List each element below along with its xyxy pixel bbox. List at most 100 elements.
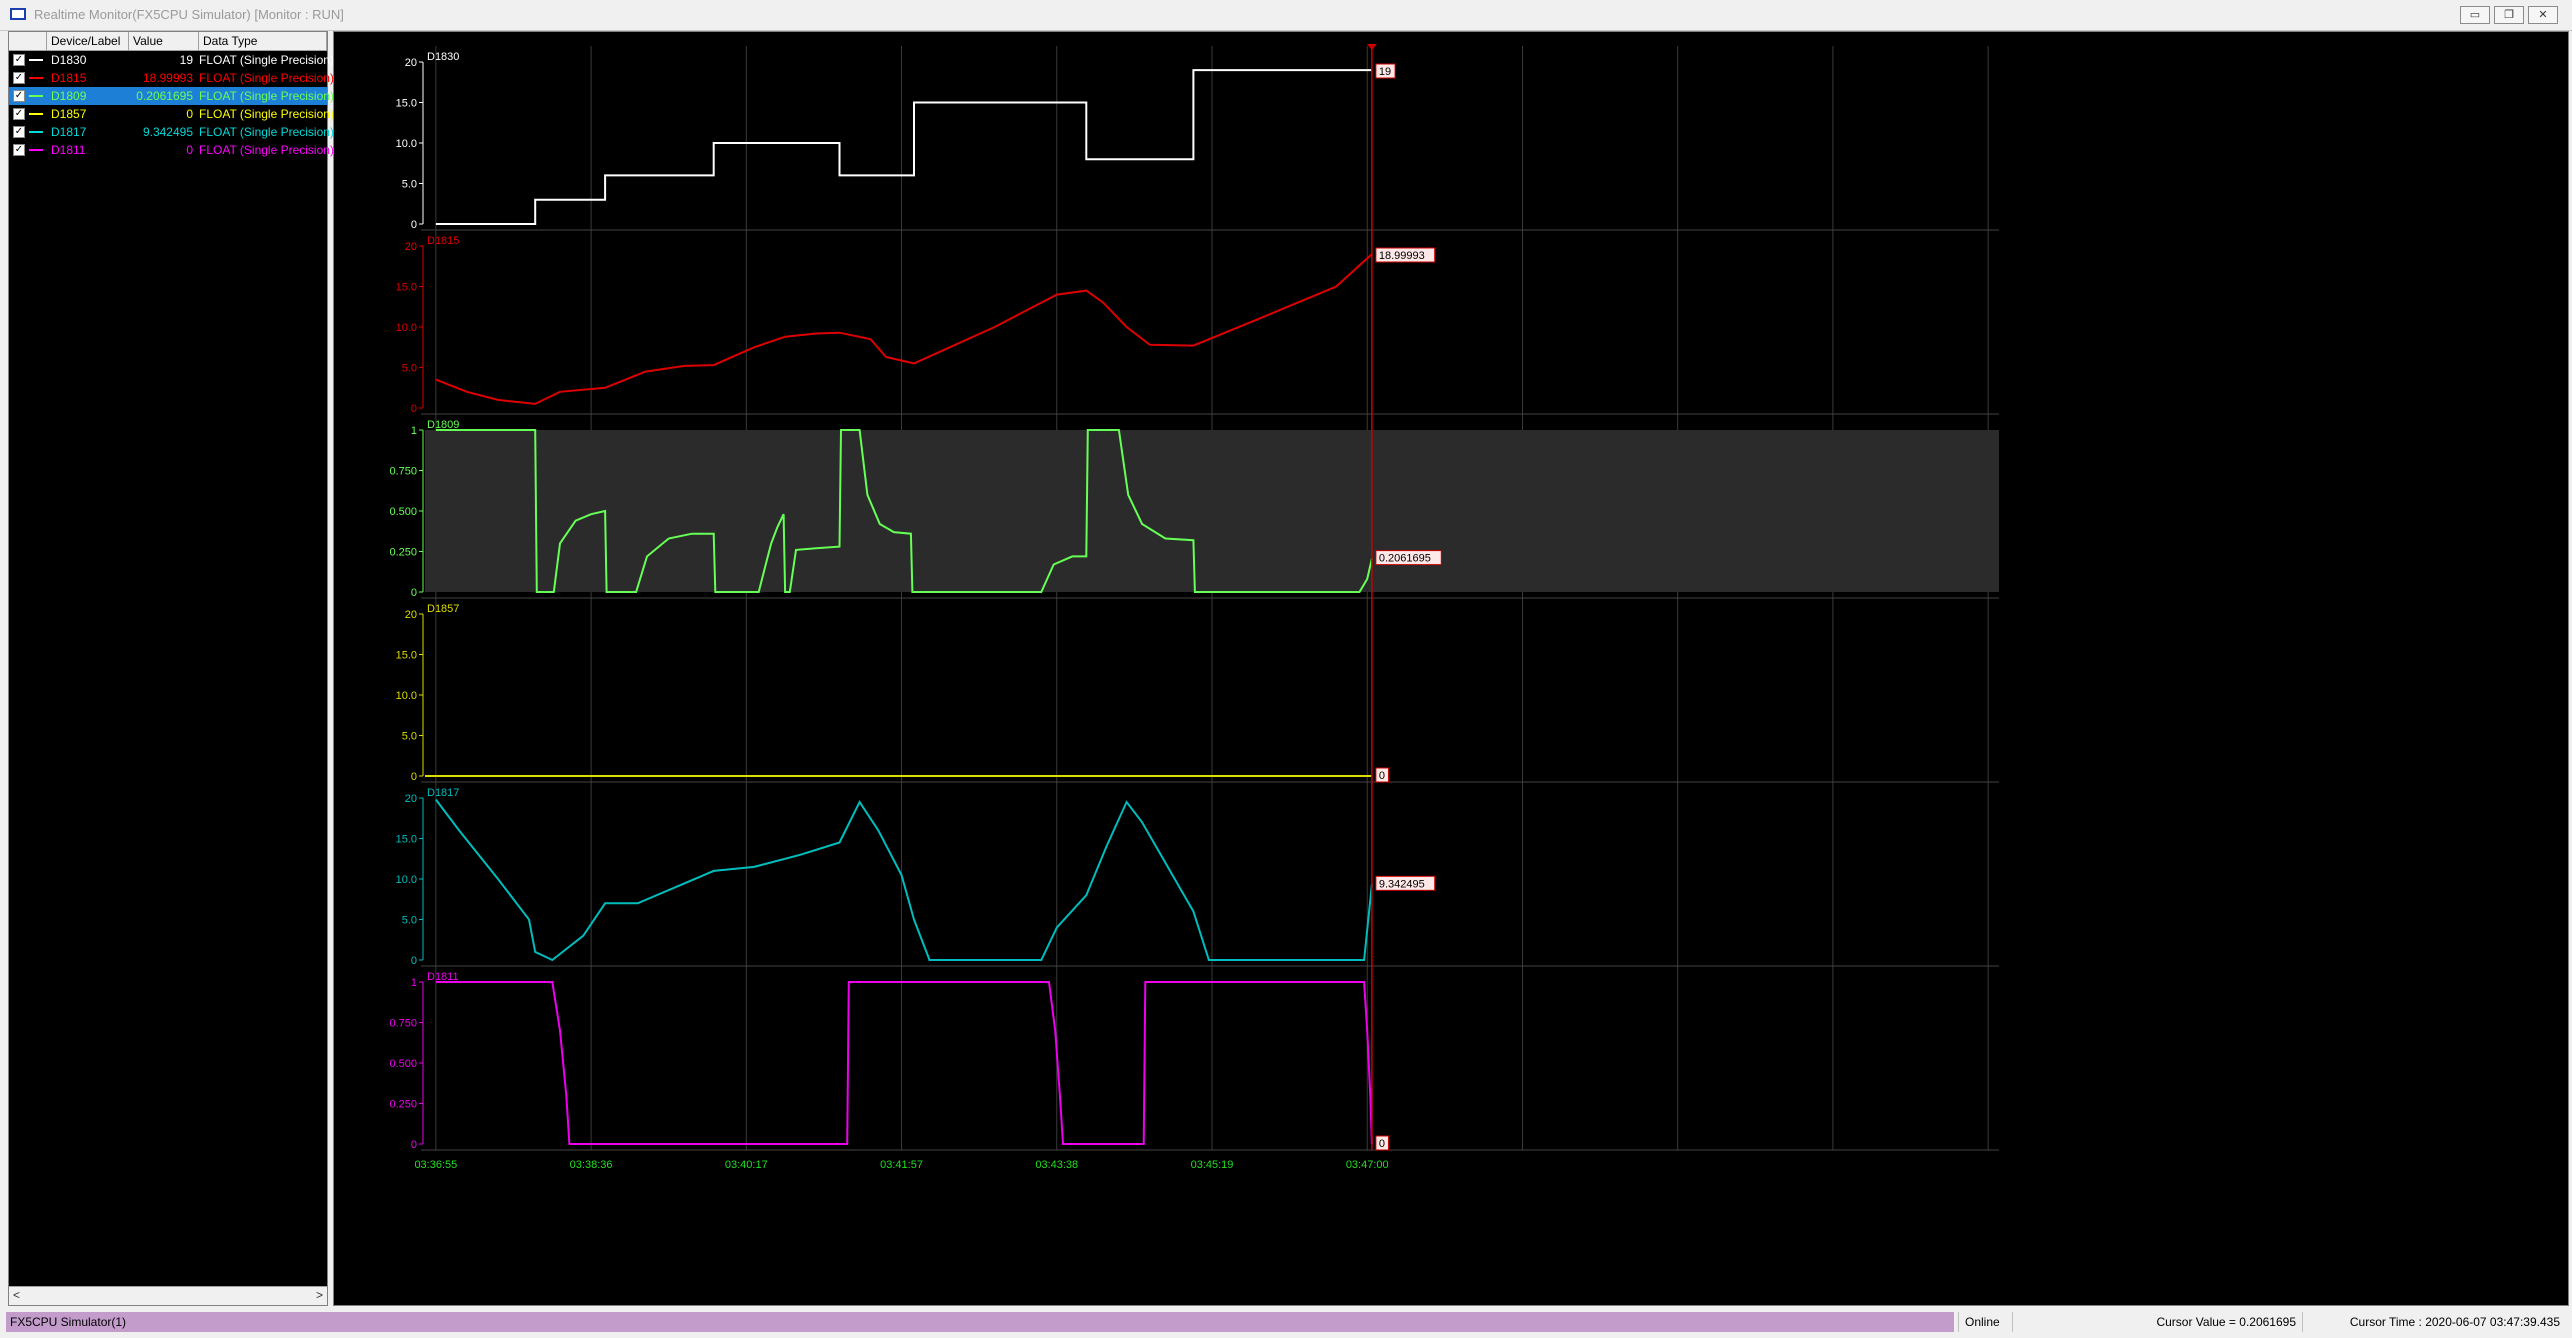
x-tick-label: 03:43:38	[1035, 1159, 1078, 1171]
y-tick-label: 20	[405, 609, 417, 621]
y-tick-label: 0.250	[389, 547, 417, 559]
series-label-d1857: D1857	[427, 603, 459, 615]
y-tick-label: 15.0	[396, 650, 417, 662]
y-tick-label: 0	[411, 771, 417, 783]
checkbox-column-header[interactable]	[9, 32, 47, 50]
device-rows: ✓ D1830 19 FLOAT (Single Precision) ✓ D1815 18…	[9, 51, 334, 159]
x-tick-label: 03:38:36	[570, 1159, 613, 1171]
series-label-d1815: D1815	[427, 235, 459, 247]
restore-button[interactable]: ❐	[2494, 6, 2524, 24]
series-line-d1830	[435, 69, 1372, 225]
y-tick-label: 0.750	[389, 466, 417, 478]
series-color-swatch	[29, 113, 43, 115]
device-value: 19	[179, 53, 193, 67]
cursor-value-label: 18.99993	[1379, 250, 1425, 262]
realtime-chart[interactable]: 05.010.015.020 D18301905.010.015.020 D1815…	[334, 32, 2568, 1305]
y-tick-label: 0.500	[389, 1058, 417, 1070]
app-icon	[10, 8, 26, 20]
series-color-swatch	[29, 95, 43, 97]
y-tick-label: 15.0	[396, 98, 417, 110]
cursor-value-label: 0.2061695	[1379, 553, 1431, 565]
y-tick-label: 0	[411, 403, 417, 415]
x-tick-label: 03:45:19	[1191, 1159, 1234, 1171]
series-line-d1815	[435, 253, 1373, 405]
status-bar: FX5CPU Simulator(1) Online Cursor Value …	[0, 1308, 2572, 1338]
scroll-left-icon[interactable]: <	[13, 1288, 20, 1302]
y-tick-label: 5.0	[402, 731, 417, 743]
x-tick-label: 03:40:17	[725, 1159, 768, 1171]
y-tick-label: 0.500	[389, 506, 417, 518]
column-header-device[interactable]: Device/Label	[47, 32, 129, 50]
y-tick-label: 5.0	[402, 179, 417, 191]
device-data-type: FLOAT (Single Precision)	[199, 53, 334, 67]
window-controls: ▭ ❐ ✕	[2460, 6, 2558, 24]
y-tick-label: 10.0	[396, 690, 417, 702]
series-color-swatch	[29, 77, 43, 79]
y-tick-label: 20	[405, 241, 417, 253]
device-name: D1857	[51, 107, 87, 121]
y-tick-label: 0	[411, 955, 417, 967]
cursor-time: Cursor Time : 2020-06-07 03:47:39.435	[2302, 1312, 2566, 1332]
cursor-value-label: 0	[1379, 1138, 1385, 1150]
horizontal-scrollbar[interactable]: < >	[9, 1286, 327, 1305]
series-color-swatch	[29, 59, 43, 61]
cursor-value-label: 0	[1379, 770, 1385, 782]
x-tick-label: 03:47:00	[1346, 1159, 1389, 1171]
cursor-marker-icon[interactable]	[1366, 44, 1377, 50]
series-label-d1817: D1817	[427, 787, 459, 799]
series-label-d1830: D1830	[427, 51, 459, 63]
y-tick-label: 1	[411, 977, 417, 989]
device-data-type: FLOAT (Single Precision)	[199, 143, 334, 157]
column-header-type[interactable]: Data Type	[199, 32, 327, 50]
y-tick-label: 10.0	[396, 138, 417, 150]
device-value: 9.342495	[142, 125, 193, 139]
y-tick-label: 0.250	[389, 1099, 417, 1111]
minimize-button[interactable]: ▭	[2460, 6, 2490, 24]
cursor-value-label: 19	[1379, 66, 1391, 78]
device-name: D1830	[51, 53, 87, 67]
device-row-d1857[interactable]: ✓ D1857 0 FLOAT (Single Precision)	[9, 105, 334, 123]
device-row-d1811[interactable]: ✓ D1811 0 FLOAT (Single Precision)	[9, 141, 334, 159]
x-tick-label: 03:36:55	[414, 1159, 457, 1171]
device-name: D1815	[51, 71, 87, 85]
selected-series-band	[425, 430, 1999, 592]
y-tick-label: 15.0	[396, 282, 417, 294]
device-checkbox[interactable]: ✓	[13, 90, 25, 102]
device-checkbox[interactable]: ✓	[13, 54, 25, 66]
device-row-d1815[interactable]: ✓ D1815 18.99993 FLOAT (Single Precision)	[9, 69, 334, 87]
series-line-d1811	[435, 981, 1373, 1145]
cursor-value: Cursor Value = 0.2061695	[2012, 1312, 2302, 1332]
device-row-d1817[interactable]: ✓ D1817 9.342495 FLOAT (Single Precision)	[9, 123, 334, 141]
device-checkbox[interactable]: ✓	[13, 108, 25, 120]
y-tick-label: 10.0	[396, 874, 417, 886]
device-data-type: FLOAT (Single Precision)	[199, 71, 334, 85]
device-name: D1817	[51, 125, 87, 139]
y-tick-label: 0	[411, 587, 417, 599]
device-value: 0.2061695	[136, 89, 193, 103]
device-row-d1809[interactable]: ✓ D1809 0.2061695 FLOAT (Single Precision)	[9, 87, 334, 105]
series-color-swatch	[29, 149, 43, 151]
device-name: D1811	[51, 143, 86, 157]
device-list-header: Device/Label Value Data Type	[9, 32, 327, 51]
device-row-d1830[interactable]: ✓ D1830 19 FLOAT (Single Precision)	[9, 51, 334, 69]
device-data-type: FLOAT (Single Precision)	[199, 125, 334, 139]
title-bar: Realtime Monitor(FX5CPU Simulator) [Moni…	[0, 0, 2572, 31]
scroll-right-icon[interactable]: >	[316, 1288, 323, 1302]
column-header-value[interactable]: Value	[129, 32, 199, 50]
device-list-panel: Device/Label Value Data Type ✓ D1830 19 FLO…	[8, 31, 334, 1306]
y-tick-label: 15.0	[396, 834, 417, 846]
cursor-value-label: 9.342495	[1379, 878, 1425, 890]
y-tick-label: 5.0	[402, 363, 417, 375]
device-data-type: FLOAT (Single Precision)	[199, 107, 334, 121]
device-checkbox[interactable]: ✓	[13, 126, 25, 138]
y-tick-label: 0	[411, 1139, 417, 1151]
close-button[interactable]: ✕	[2528, 6, 2558, 24]
y-tick-label: 10.0	[396, 322, 417, 334]
realtime-chart-panel[interactable]: 0 5.0 10.0 15.0 20 D1830 19 0 5.0 10.0 15.0 20 D1815…	[333, 31, 2569, 1306]
series-color-swatch	[29, 131, 43, 133]
device-value: 18.99993	[142, 71, 193, 85]
y-tick-label: 5.0	[402, 915, 417, 927]
device-checkbox[interactable]: ✓	[13, 72, 25, 84]
online-status: Online	[1958, 1312, 2012, 1332]
device-checkbox[interactable]: ✓	[13, 144, 25, 156]
